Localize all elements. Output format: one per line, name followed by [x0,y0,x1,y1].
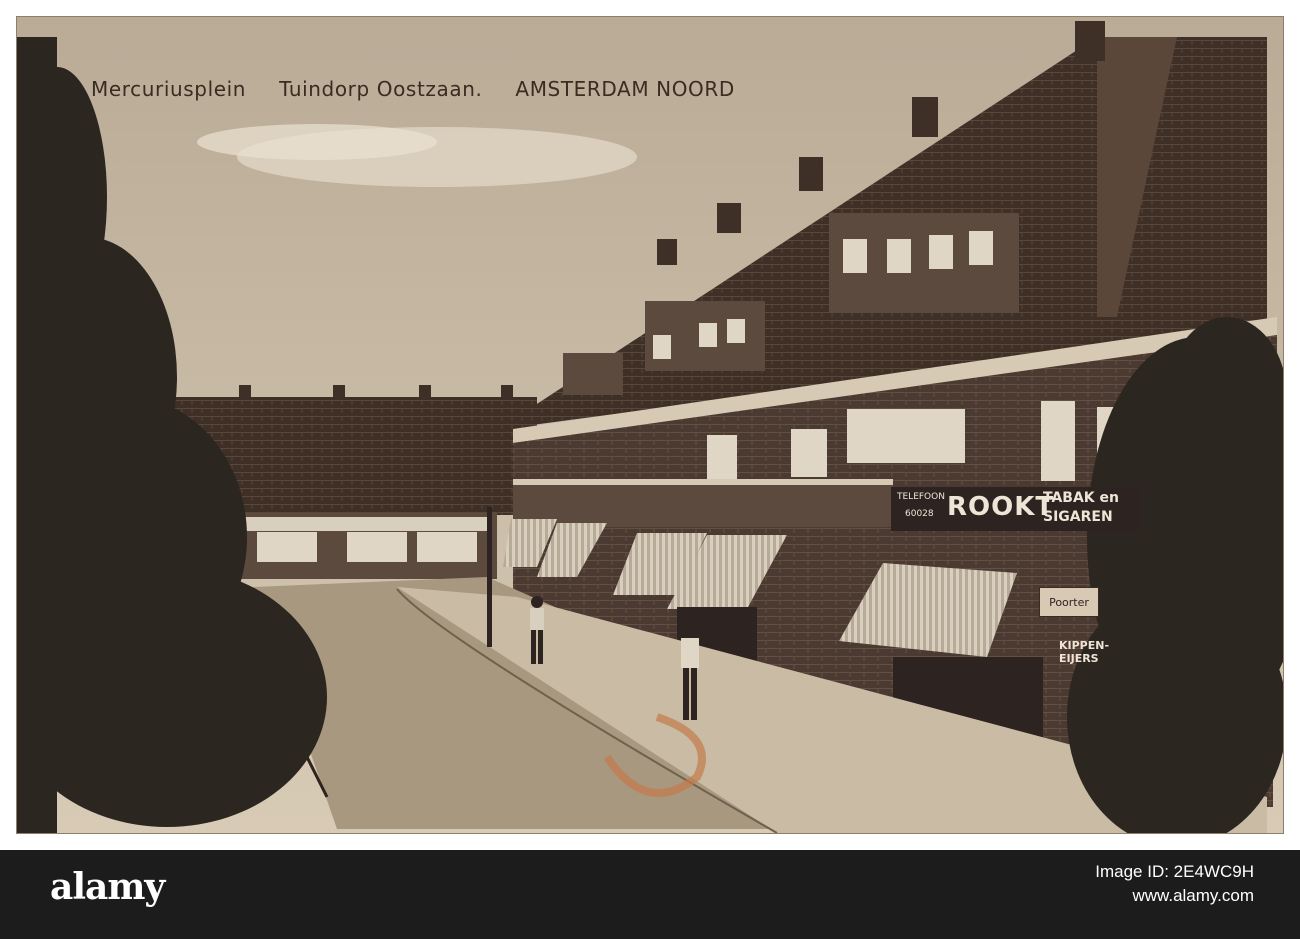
image-frame: Mercuriusplein Tuindorp Oostzaan. AMSTER… [0,0,1300,850]
chimney [717,203,741,233]
caption-district: Tuindorp Oostzaan. [279,77,483,101]
balcony [513,479,893,527]
shop-sign-rookt: TELEFOON 60028 ROOKT TABAK en SIGAREN [891,487,1139,531]
caption-city: AMSTERDAM NOORD [515,77,735,101]
sign-line1: TABAK en [1043,490,1119,506]
sign-phone-number: 60028 [905,509,934,519]
sign-line2: SIGAREN [1043,509,1113,525]
dormer [563,353,623,395]
chimney [1075,21,1105,61]
caption-place: Mercuriusplein [91,77,247,101]
street-scene-illustration [17,17,1283,833]
cloud [197,124,437,160]
image-id-block: Image ID: 2E4WC9H www.alamy.com [1095,860,1254,908]
brand-logo: alamy [50,866,165,908]
chimney [657,239,677,265]
postcard-caption: Mercuriusplein Tuindorp Oostzaan. AMSTER… [91,77,761,101]
watermark-bar: alamy Image ID: 2E4WC9H www.alamy.com [0,850,1300,939]
eggs-sign: KIPPEN-EIJERS [1059,639,1110,665]
postcard-photo: Mercuriusplein Tuindorp Oostzaan. AMSTER… [16,16,1284,834]
lamp-post [487,507,492,647]
sign-phone-label: TELEFOON [897,492,945,502]
small-shop-sign: Poorter [1039,587,1099,617]
sign-main-word: ROOKT [947,492,1055,522]
chimney [912,97,938,137]
chimney [799,157,823,191]
image-id: Image ID: 2E4WC9H [1095,862,1254,881]
site-url: www.alamy.com [1132,886,1254,905]
